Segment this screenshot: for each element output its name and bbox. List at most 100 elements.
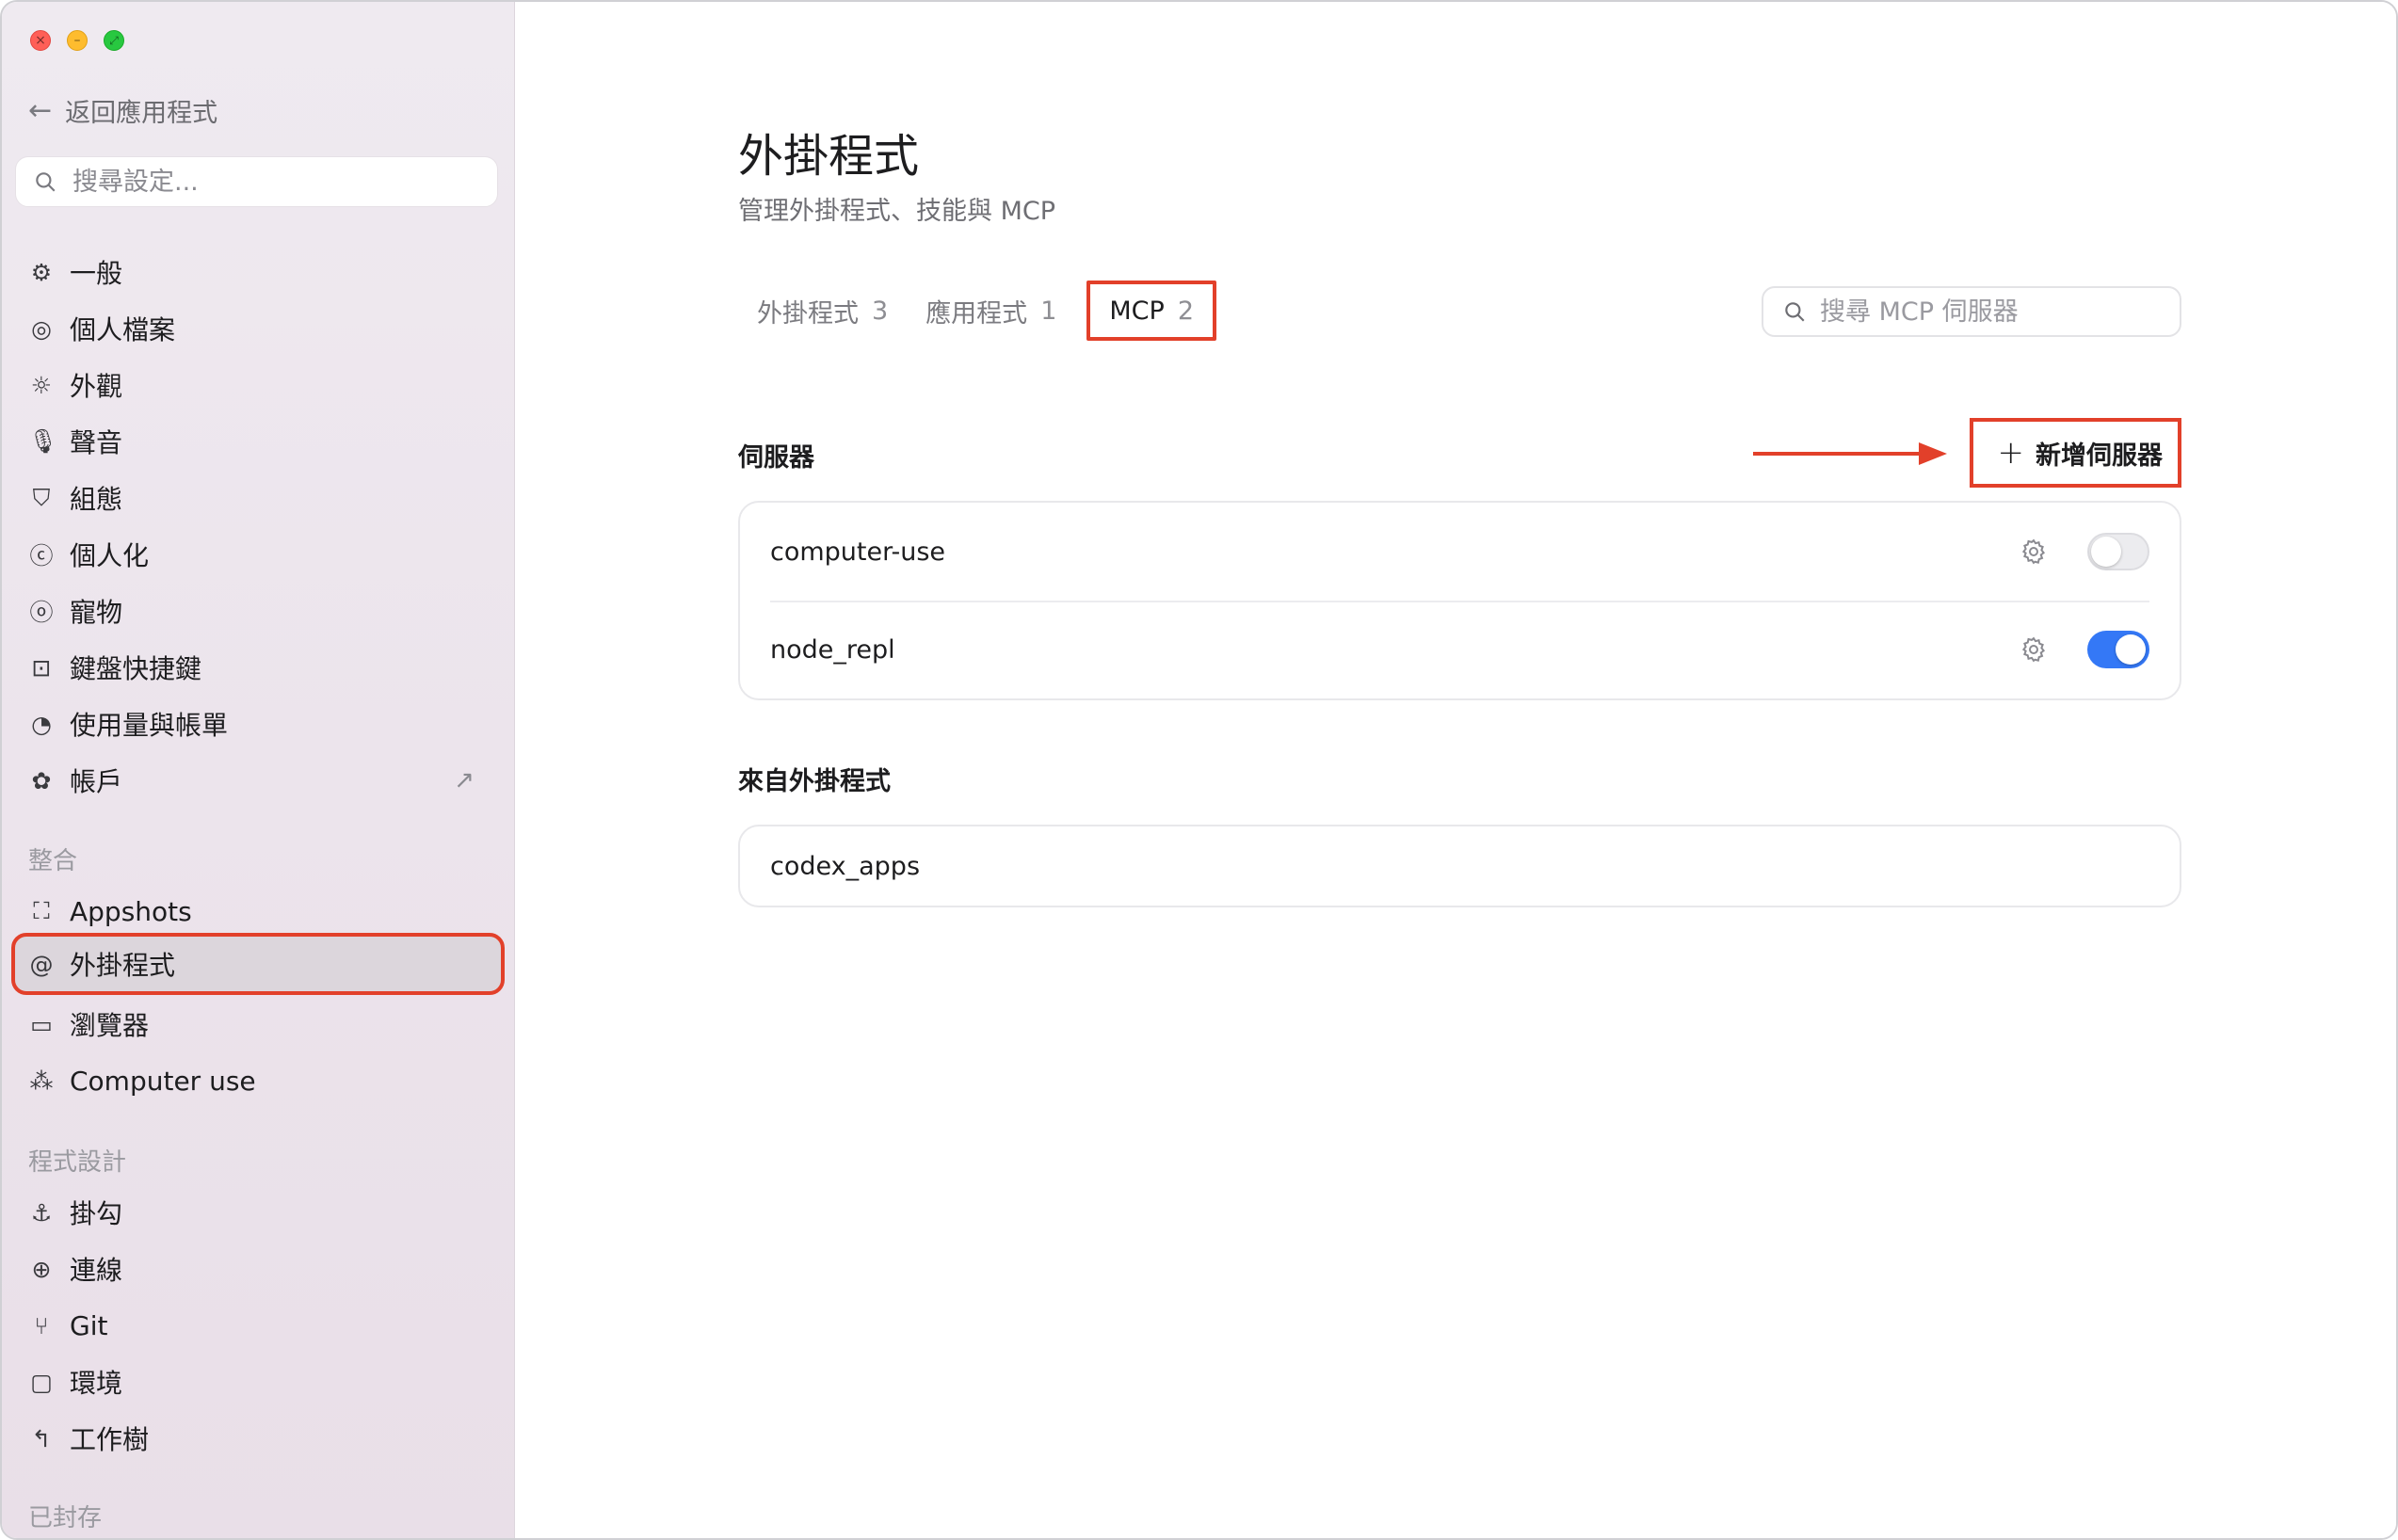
sidebar-item-label: 使用量與帳單: [70, 710, 229, 741]
plugin-servers-card: codex_apps: [738, 825, 2181, 907]
page-title: 外掛程式: [738, 130, 920, 183]
cursor-click-icon: ⁂: [29, 1067, 54, 1095]
sidebar-item-general[interactable]: ⚙ 一般: [15, 245, 501, 299]
zoom-window-button[interactable]: ⤢: [104, 30, 124, 51]
sidebar-item-git[interactable]: ⑂ Git: [15, 1298, 501, 1353]
mcp-search-input[interactable]: [1820, 297, 2168, 327]
tab-count: 1: [1040, 296, 1057, 326]
from-plugins-heading: 來自外掛程式: [738, 767, 891, 796]
sidebar-item-connections[interactable]: ⊕ 連線: [15, 1242, 501, 1296]
zoom-icon: ⤢: [109, 34, 119, 47]
sidebar-item-label: 鍵盤快捷鍵: [70, 653, 202, 684]
server-enabled-toggle[interactable]: [2087, 631, 2149, 668]
gear-icon: ⚙: [30, 258, 53, 286]
sidebar-item-label: 聲音: [70, 427, 123, 458]
at-icon: @: [29, 950, 54, 978]
screenshot-icon: ⛶: [33, 897, 50, 924]
sidebar-item-appearance[interactable]: ☼ 外觀: [15, 358, 501, 412]
tab-apps[interactable]: 應用程式 1: [907, 281, 1075, 341]
servers-heading: 伺服器: [738, 443, 814, 473]
sidebar-item-label: 組態: [70, 484, 123, 515]
person-icon: ◎: [31, 314, 52, 343]
sidebar-item-label: 個人化: [70, 540, 150, 571]
sidebar-item-appshots[interactable]: ⛶ Appshots: [15, 884, 501, 938]
sidebar-item-profile[interactable]: ◎ 個人檔案: [15, 301, 501, 356]
sidebar-item-label: 外觀: [70, 371, 123, 402]
back-to-app-link[interactable]: ← 返回應用程式: [28, 92, 217, 129]
tab-plugins[interactable]: 外掛程式 3: [738, 281, 907, 341]
sidebar-item-worktrees[interactable]: ↰ 工作樹: [15, 1411, 501, 1466]
sidebar-item-label: 掛勾: [70, 1198, 123, 1229]
sidebar-item-label: 連線: [70, 1255, 123, 1286]
worktree-icon: ↰: [31, 1424, 52, 1452]
sidebar-item-sound[interactable]: 🎙︎ 聲音: [15, 414, 501, 469]
sidebar-item-configuration[interactable]: ⛉ 組態: [15, 471, 501, 525]
sidebar-item-label: 工作樹: [70, 1424, 150, 1455]
toggle-knob: [2091, 537, 2121, 567]
external-link-icon: ↗: [454, 766, 475, 794]
sidebar-item-usage-billing[interactable]: ◔ 使用量與帳單: [15, 697, 501, 751]
globe-icon: ⊕: [31, 1255, 52, 1283]
minimize-icon: –: [73, 33, 81, 48]
server-row: computer-use: [740, 503, 2180, 601]
plugin-server-name: codex_apps: [770, 851, 921, 881]
gear-icon[interactable]: [2020, 537, 2048, 566]
browser-icon: ▭: [30, 1010, 53, 1038]
sidebar-item-personalization[interactable]: ⓒ 個人化: [15, 527, 501, 582]
anchor-icon: ⚓︎: [30, 1198, 53, 1227]
sidebar-item-plugins[interactable]: @ 外掛程式: [11, 933, 505, 995]
settings-window: × – ⤢ ← 返回應用程式 ⚙ 一般 ◎ 個人檔案 ☼ 外觀 🎙︎ 聲音: [0, 0, 2398, 1540]
settings-search-input[interactable]: [72, 167, 468, 197]
server-name: computer-use: [770, 537, 946, 567]
openai-icon: ✿: [31, 766, 52, 794]
close-icon: ×: [35, 33, 46, 48]
sidebar-item-label: Computer use: [70, 1065, 256, 1097]
server-enabled-toggle[interactable]: [2087, 533, 2149, 570]
swirl-icon: ⓒ: [29, 542, 54, 569]
sidebar-item-label: 外掛程式: [70, 950, 176, 981]
section-label-archived: 已封存: [28, 1504, 103, 1532]
tab-bar: 外掛程式 3 應用程式 1 MCP 2: [738, 281, 1216, 341]
shield-icon: ⛉: [32, 484, 51, 511]
servers-card: computer-use node_repl: [738, 501, 2181, 700]
plugin-server-row[interactable]: codex_apps: [740, 826, 2180, 906]
arrow-left-icon: ←: [28, 94, 53, 127]
search-icon: [1785, 302, 1805, 322]
sidebar-item-pets[interactable]: ⓞ 寵物: [15, 584, 501, 638]
server-row: node_repl: [740, 601, 2180, 698]
back-label: 返回應用程式: [65, 99, 218, 128]
sidebar-item-label: 環境: [70, 1368, 123, 1399]
mcp-search: [1762, 286, 2181, 337]
sidebar-item-label: 寵物: [70, 597, 123, 628]
main-content: 外掛程式 管理外掛程式、技能與 MCP 外掛程式 3 應用程式 1 MCP 2 …: [516, 2, 2396, 1538]
page-subtitle: 管理外掛程式、技能與 MCP: [738, 197, 1056, 226]
plus-icon: +: [1997, 434, 2025, 472]
sidebar-item-environment[interactable]: ▢ 環境: [15, 1355, 501, 1409]
close-window-button[interactable]: ×: [30, 30, 51, 51]
sidebar-item-label: 帳戶: [70, 766, 123, 797]
sidebar-item-keyboard-shortcuts[interactable]: ⊡ 鍵盤快捷鍵: [15, 640, 501, 695]
gauge-icon: ◔: [31, 710, 52, 738]
minimize-window-button[interactable]: –: [67, 30, 88, 51]
tab-count: 3: [872, 296, 889, 326]
tab-count: 2: [1177, 296, 1194, 326]
search-icon: [36, 172, 56, 192]
tab-mcp[interactable]: MCP 2: [1086, 281, 1216, 341]
sidebar-item-hooks[interactable]: ⚓︎ 掛勾: [15, 1185, 501, 1240]
git-branch-icon: ⑂: [34, 1311, 49, 1339]
add-server-button[interactable]: + 新增伺服器: [1969, 418, 2181, 488]
lightning-icon: ⊡: [31, 653, 52, 682]
sidebar-item-label: Git: [70, 1309, 108, 1341]
sidebar-item-account[interactable]: ✿ 帳戶 ↗: [15, 753, 501, 808]
pet-icon: ⓞ: [29, 599, 54, 626]
toggle-knob: [2116, 634, 2146, 665]
section-label-programming: 程式設計: [28, 1148, 127, 1177]
sidebar-item-label: 瀏覽器: [70, 1010, 150, 1041]
terminal-icon: ▢: [30, 1368, 53, 1396]
sidebar-item-computer-use[interactable]: ⁂ Computer use: [15, 1053, 501, 1108]
sidebar-item-browser[interactable]: ▭ 瀏覽器: [15, 997, 501, 1051]
tab-label: MCP: [1109, 296, 1165, 326]
sidebar-item-label: Appshots: [70, 895, 192, 927]
tab-label: 外掛程式: [757, 298, 859, 329]
gear-icon[interactable]: [2020, 635, 2048, 664]
